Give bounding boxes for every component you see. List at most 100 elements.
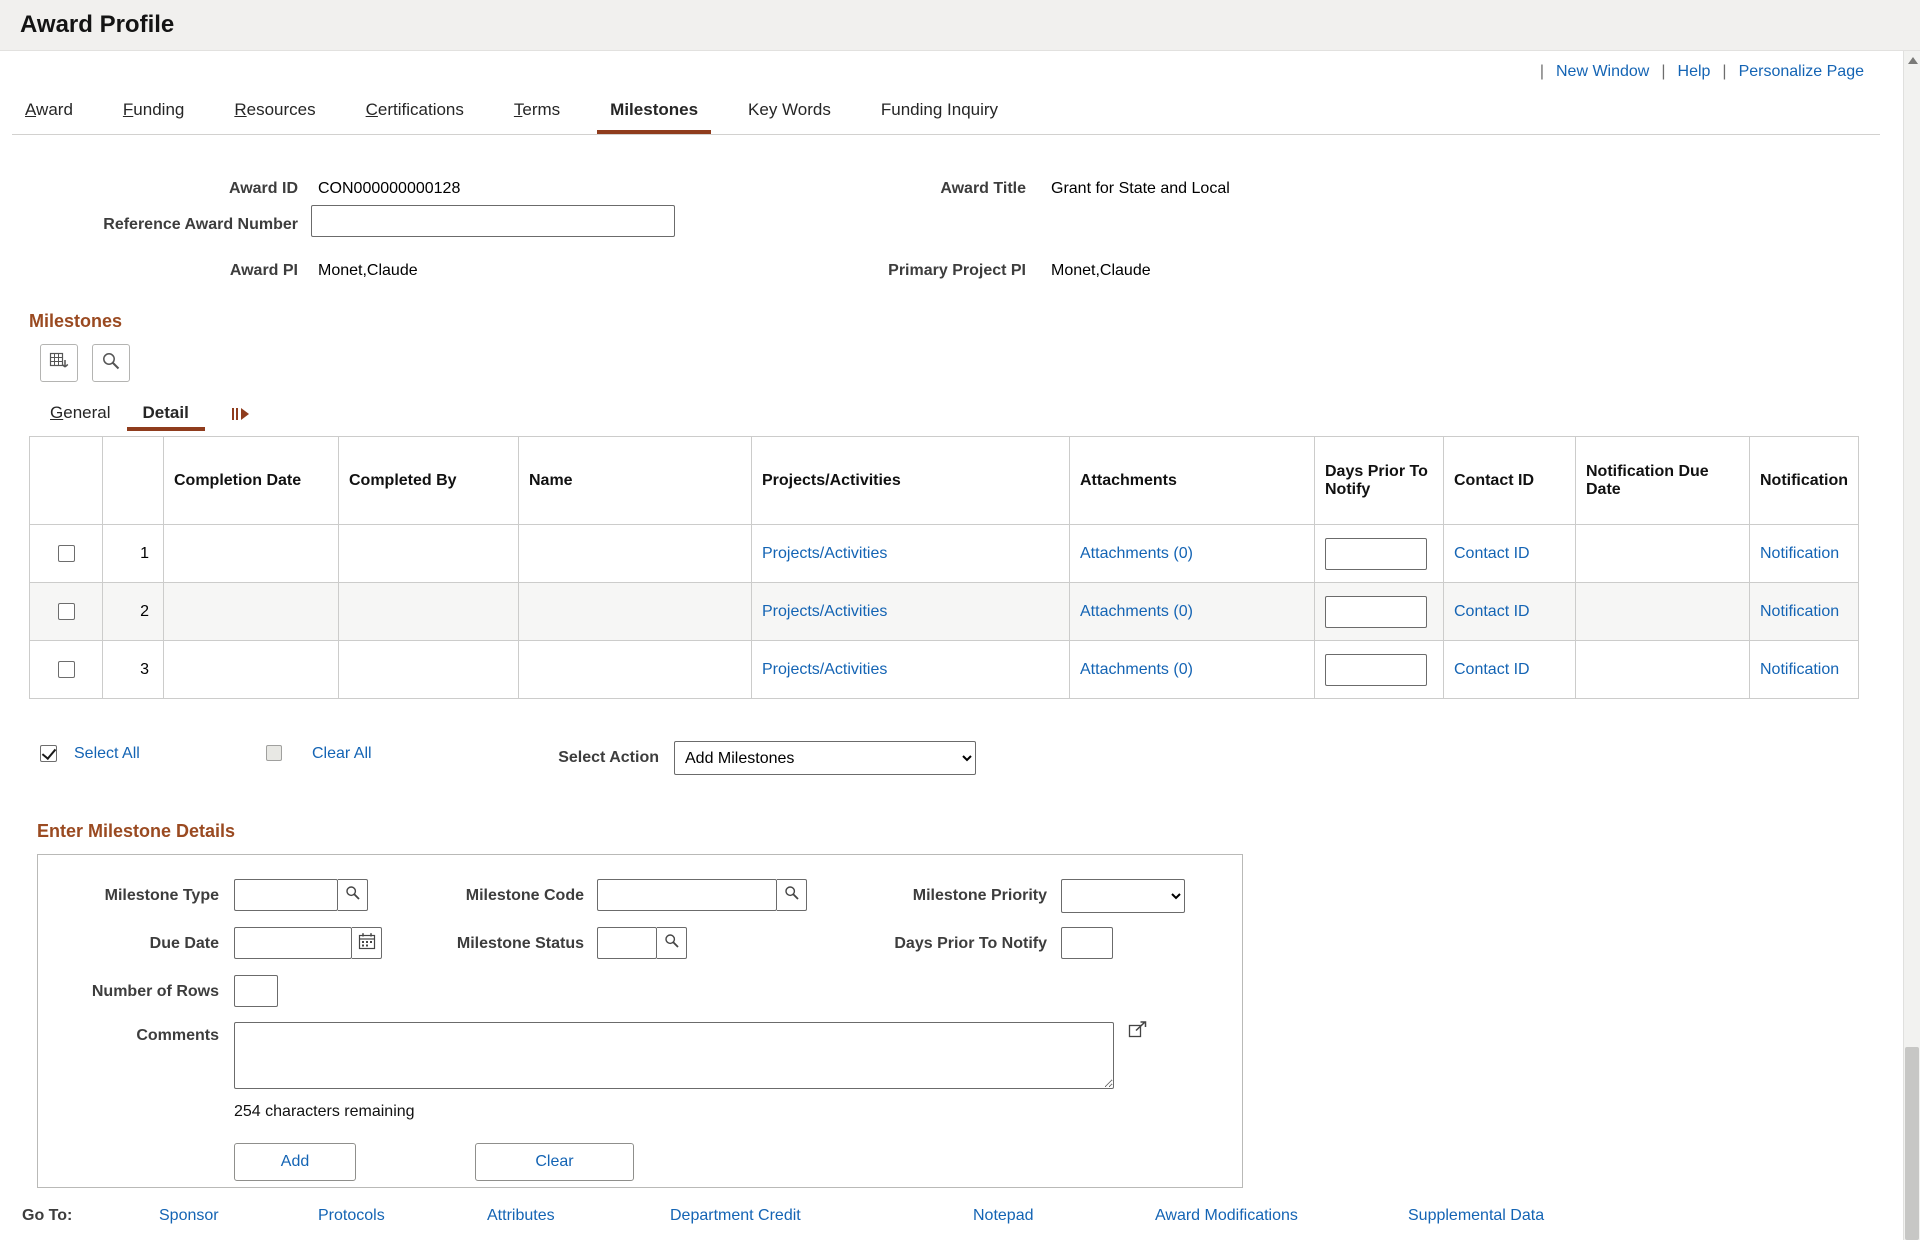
contact-id-link[interactable]: Contact ID (1454, 661, 1530, 678)
number-of-rows-input[interactable] (234, 975, 278, 1007)
milestone-status-lookup-button[interactable] (657, 927, 687, 959)
page-tab-bar: Award Funding Resources Certifications T… (12, 87, 1880, 135)
notification-due-date-cell (1576, 583, 1750, 641)
col-header-completion-date: Completion Date (164, 437, 339, 525)
days-prior-to-notify-input[interactable] (1325, 654, 1427, 686)
notification-link[interactable]: Notification (1760, 661, 1839, 678)
primary-project-pi-label: Primary Project PI (700, 262, 1026, 280)
clear-button[interactable]: Clear (475, 1143, 634, 1181)
add-button[interactable]: Add (234, 1143, 356, 1181)
projects-activities-link[interactable]: Projects/Activities (762, 603, 887, 620)
tab-resources[interactable]: Resources (221, 87, 328, 134)
notification-link[interactable]: Notification (1760, 603, 1839, 620)
clear-all-checkbox-icon[interactable] (266, 745, 282, 761)
separator: | (1722, 63, 1726, 81)
notification-due-date-cell (1576, 641, 1750, 699)
row-select-checkbox[interactable] (58, 603, 75, 620)
days-prior-cell (1315, 525, 1444, 583)
goto-sponsor-link[interactable]: Sponsor (159, 1207, 219, 1225)
zoom-grid-icon (101, 351, 121, 376)
new-window-link[interactable]: New Window (1556, 63, 1649, 81)
col-header-days-prior-to-notify: Days Prior To Notify (1315, 437, 1444, 525)
col-header-rownum (103, 437, 164, 525)
milestone-status-input[interactable] (597, 927, 657, 959)
tab-funding-inquiry[interactable]: Funding Inquiry (868, 87, 1011, 134)
page-title: Award Profile (20, 11, 174, 39)
select-action-label: Select Action (539, 749, 659, 767)
number-of-rows-label: Number of Rows (38, 983, 219, 1001)
projects-activities-cell: Projects/Activities (752, 641, 1070, 699)
grid-tab-bar: General Detail (34, 396, 1920, 432)
scrollbar-up-button[interactable] (1904, 51, 1920, 69)
award-title-value: Grant for State and Local (1051, 180, 1230, 198)
days-prior-to-notify-detail-input[interactable] (1061, 927, 1113, 959)
due-date-label: Due Date (38, 935, 219, 953)
milestone-code-label: Milestone Code (338, 887, 584, 905)
completion-date-cell (164, 525, 339, 583)
days-prior-to-notify-input[interactable] (1325, 538, 1427, 570)
row-number: 3 (103, 641, 164, 699)
grid-tab-general[interactable]: General (34, 397, 127, 431)
header-links: | New Window | Help | Personalize Page (0, 51, 1920, 81)
milestone-priority-label: Milestone Priority (738, 887, 1047, 905)
grid-tab-detail[interactable]: Detail (127, 397, 205, 431)
zoom-grid-button[interactable] (92, 344, 130, 382)
col-header-notification-due-date: Notification Due Date (1576, 437, 1750, 525)
contact-id-link[interactable]: Contact ID (1454, 603, 1530, 620)
contact-id-cell: Contact ID (1444, 525, 1576, 583)
award-id-label: Award ID (0, 180, 298, 198)
milestone-type-input[interactable] (234, 879, 338, 911)
due-date-input[interactable] (234, 927, 352, 959)
enter-milestone-details-box: Milestone Type Milestone Code Milestone … (37, 854, 1243, 1188)
col-header-select (30, 437, 103, 525)
attachments-link[interactable]: Attachments (0) (1080, 545, 1193, 562)
select-action-dropdown[interactable]: Add Milestones (674, 741, 976, 775)
attachments-link[interactable]: Attachments (0) (1080, 603, 1193, 620)
download-grid-button[interactable] (40, 344, 78, 382)
personalize-page-link[interactable]: Personalize Page (1739, 63, 1864, 81)
completion-date-cell (164, 641, 339, 699)
tab-key-words[interactable]: Key Words (735, 87, 844, 134)
contact-id-link[interactable]: Contact ID (1454, 545, 1530, 562)
milestones-heading: Milestones (29, 311, 1920, 332)
clear-all-link[interactable]: Clear All (312, 745, 372, 763)
projects-activities-link[interactable]: Projects/Activities (762, 661, 887, 678)
reference-award-number-input[interactable] (311, 205, 675, 237)
row-select-checkbox[interactable] (58, 545, 75, 562)
row-select-checkbox[interactable] (58, 661, 75, 678)
help-link[interactable]: Help (1678, 63, 1711, 81)
completion-date-cell (164, 583, 339, 641)
select-all-checkbox[interactable] (40, 745, 57, 762)
attachments-link[interactable]: Attachments (0) (1080, 661, 1193, 678)
milestone-status-label: Milestone Status (338, 935, 584, 953)
vertical-scrollbar[interactable] (1903, 51, 1920, 1240)
show-all-columns-icon[interactable] (231, 406, 251, 422)
goto-supplemental-data-link[interactable]: Supplemental Data (1408, 1207, 1544, 1225)
award-pi-label: Award PI (0, 262, 298, 280)
tab-funding[interactable]: Funding (110, 87, 197, 134)
table-row: 2 Projects/Activities Attachments (0) Co… (30, 583, 1859, 641)
projects-activities-link[interactable]: Projects/Activities (762, 545, 887, 562)
comments-textarea[interactable] (234, 1022, 1114, 1089)
grid-actions-row: Select All Clear All Select Action Add M… (0, 737, 1920, 785)
tab-milestones[interactable]: Milestones (597, 87, 711, 134)
scrollbar-up-icon (1908, 57, 1918, 64)
goto-protocols-link[interactable]: Protocols (318, 1207, 385, 1225)
goto-department-credit-link[interactable]: Department Credit (670, 1207, 801, 1225)
tab-award[interactable]: Award (12, 87, 86, 134)
milestone-priority-dropdown[interactable] (1061, 879, 1185, 913)
goto-award-modifications-link[interactable]: Award Modifications (1155, 1207, 1298, 1225)
name-cell (519, 525, 752, 583)
select-all-link[interactable]: Select All (74, 745, 140, 763)
goto-notepad-link[interactable]: Notepad (973, 1207, 1034, 1225)
notification-link[interactable]: Notification (1760, 545, 1839, 562)
tab-terms[interactable]: Terms (501, 87, 573, 134)
days-prior-to-notify-input[interactable] (1325, 596, 1427, 628)
goto-attributes-link[interactable]: Attributes (487, 1207, 555, 1225)
days-prior-cell (1315, 583, 1444, 641)
tab-certifications[interactable]: Certifications (353, 87, 477, 134)
table-header-row: Completion Date Completed By Name Projec… (30, 437, 1859, 525)
expand-comments-icon[interactable] (1128, 1020, 1148, 1043)
award-header-fields: Award ID CON000000000128 Award Title Gra… (0, 135, 1920, 287)
scrollbar-thumb[interactable] (1905, 1047, 1919, 1240)
